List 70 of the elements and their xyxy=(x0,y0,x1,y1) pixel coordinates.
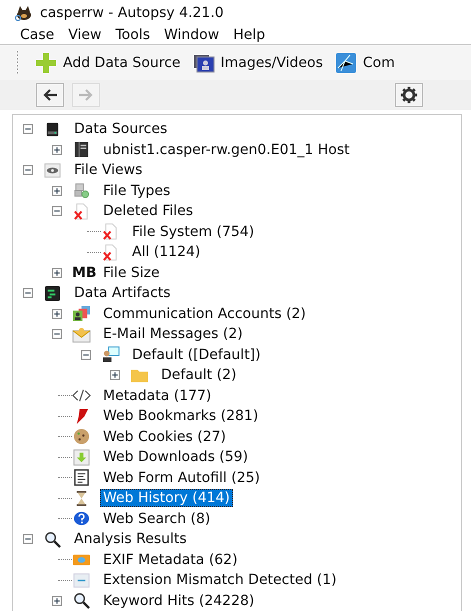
cookie-icon xyxy=(72,428,91,446)
tree-item[interactable]: Default (2) xyxy=(158,366,240,384)
menu-item[interactable]: Case xyxy=(20,27,54,44)
tree-item[interactable]: ubnist1.casper-rw.gen0.E01_1 Host xyxy=(100,140,353,159)
expand-toggle[interactable] xyxy=(52,329,62,340)
menu-item[interactable]: Window xyxy=(164,27,220,44)
document-icon xyxy=(72,572,91,589)
expand-toggle[interactable] xyxy=(52,308,62,319)
expand-toggle[interactable] xyxy=(23,534,33,544)
tree-item[interactable]: EXIF Metadata (62) xyxy=(100,550,241,569)
search-icon xyxy=(43,530,62,548)
tree-item[interactable]: Communication Accounts (2) xyxy=(100,304,309,323)
window-title: casperrw - Autopsy 4.21.0 xyxy=(40,5,224,22)
expand-toggle[interactable] xyxy=(23,288,33,298)
tree-item[interactable]: All (1124) xyxy=(129,243,204,262)
toolbar-button[interactable]: Add Data Source xyxy=(31,50,185,76)
arrow-right-icon xyxy=(78,88,94,102)
file-types-icon xyxy=(72,182,91,200)
envelope-icon xyxy=(72,326,91,343)
plus-icon xyxy=(35,52,57,74)
tree-item[interactable]: Web Form Autofill (25) xyxy=(100,468,263,487)
user-card-icon xyxy=(101,346,120,364)
tree-item[interactable]: Data Artifacts xyxy=(71,284,174,302)
menu-item[interactable]: Help xyxy=(233,27,266,44)
expand-toggle[interactable] xyxy=(52,144,62,155)
gear-icon xyxy=(400,86,418,104)
form-icon xyxy=(72,469,91,486)
expand-toggle[interactable] xyxy=(52,206,62,216)
tree-item[interactable]: File System (754) xyxy=(129,222,258,241)
terminal-icon xyxy=(43,284,62,302)
expand-toggle[interactable] xyxy=(52,596,62,606)
back-button[interactable] xyxy=(36,83,64,108)
menu-item[interactable]: View xyxy=(68,27,102,44)
tree-item[interactable]: Metadata (177) xyxy=(100,386,214,405)
tree-item[interactable]: File Size xyxy=(100,264,163,282)
expand-toggle[interactable] xyxy=(23,124,33,134)
toolbar-grip-icon xyxy=(16,50,19,75)
tree-item[interactable]: Web Cookies (27) xyxy=(100,428,229,446)
network-icon xyxy=(334,52,357,74)
arrow-left-icon xyxy=(42,88,58,102)
tree-item[interactable]: Web History (414) xyxy=(100,489,233,508)
expand-toggle[interactable] xyxy=(52,186,62,196)
expand-toggle[interactable] xyxy=(52,268,62,278)
help-icon xyxy=(72,510,91,528)
expand-toggle[interactable] xyxy=(110,370,120,380)
server-icon xyxy=(72,141,91,158)
settings-button[interactable] xyxy=(395,83,423,108)
menu-item[interactable]: Tools xyxy=(116,27,150,44)
expand-toggle[interactable] xyxy=(23,165,33,176)
eye-icon xyxy=(43,162,62,179)
tree-item[interactable]: Analysis Results xyxy=(71,530,190,548)
tree-item[interactable]: Web Downloads (59) xyxy=(100,448,252,466)
tree-item[interactable]: E-Mail Messages (2) xyxy=(100,325,246,344)
app-logo-icon xyxy=(14,5,34,22)
tree-item[interactable]: Extension Mismatch Detected (1) xyxy=(100,571,340,590)
tree-item[interactable]: Web Search (8) xyxy=(100,510,214,528)
tree-item[interactable]: Web Bookmarks (281) xyxy=(100,407,262,426)
toolbar-button[interactable]: Com xyxy=(330,50,399,76)
search-icon xyxy=(72,592,91,610)
size-label: MB xyxy=(72,264,97,281)
contacts-icon xyxy=(72,305,91,322)
download-icon xyxy=(72,448,91,466)
tree-item[interactable]: Default ([Default]) xyxy=(129,346,264,364)
expand-toggle[interactable] xyxy=(81,350,91,360)
tree-item[interactable]: Keyword Hits (24228) xyxy=(100,592,258,610)
tree-item[interactable]: File Types xyxy=(100,182,174,200)
tree-item[interactable]: Data Sources xyxy=(71,120,170,138)
tree-item[interactable]: File Views xyxy=(71,161,146,180)
tree-item[interactable]: Deleted Files xyxy=(100,202,196,220)
toolbar-button[interactable]: Images/Videos xyxy=(188,50,327,76)
